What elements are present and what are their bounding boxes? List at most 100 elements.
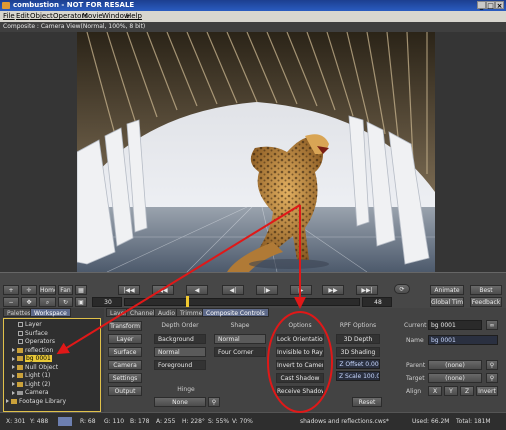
- current-dropdown[interactable]: bg 0001: [428, 320, 482, 330]
- invisible-to-rays-toggle[interactable]: Invisible to Rays: [276, 347, 324, 357]
- shape-normal-option[interactable]: Normal: [214, 334, 266, 344]
- expand-arrow-icon[interactable]: [12, 356, 15, 361]
- step-forward-icon[interactable]: ▶: [290, 285, 312, 295]
- remove-button[interactable]: −: [3, 297, 19, 307]
- expand-arrow-icon[interactable]: [12, 390, 15, 395]
- hinge-title: Hinge: [177, 386, 195, 393]
- animate-button[interactable]: Animate: [430, 285, 464, 295]
- tree-item[interactable]: Surface: [18, 330, 48, 338]
- parent-pick-icon[interactable]: ⚲: [486, 360, 498, 370]
- camera-viewer[interactable]: [0, 32, 506, 272]
- surface-button[interactable]: Surface: [108, 347, 142, 357]
- expand-arrow-icon[interactable]: [12, 382, 15, 386]
- z-offset-field[interactable]: Z Offset 0.00: [336, 359, 380, 369]
- go-to-start-icon[interactable]: |◀◀: [118, 285, 140, 295]
- menu-file[interactable]: File: [3, 12, 15, 20]
- depth-foreground-option[interactable]: Foreground: [154, 360, 206, 370]
- tree-item[interactable]: Null Object: [12, 364, 58, 372]
- expand-arrow-icon[interactable]: [12, 365, 15, 369]
- folder-icon: [17, 381, 23, 387]
- fan-button[interactable]: Fan: [58, 285, 73, 295]
- menu-movie[interactable]: Movie: [82, 12, 103, 20]
- tab-workspace[interactable]: Workspace: [30, 308, 71, 317]
- 3d-depth-toggle[interactable]: 3D Depth: [336, 334, 380, 344]
- cast-shadow-toggle[interactable]: Cast Shadow: [276, 373, 324, 383]
- invert-to-camera-toggle[interactable]: Invert to Camera: [276, 360, 324, 370]
- frame-end-field[interactable]: 48: [362, 297, 392, 307]
- loop-icon[interactable]: ⟳: [394, 284, 410, 294]
- expand-arrow-icon[interactable]: [12, 348, 15, 352]
- app-icon: [2, 2, 10, 9]
- add-button[interactable]: +: [3, 285, 19, 295]
- shape-four-corner-option[interactable]: Four Corner: [214, 347, 266, 357]
- tree-item[interactable]: Light (2): [12, 381, 50, 389]
- 3d-shading-toggle[interactable]: 3D Shading: [336, 347, 380, 357]
- tree-item[interactable]: Operators: [18, 338, 55, 346]
- pixel-color-swatch: [58, 417, 72, 426]
- depth-normal-option[interactable]: Normal: [154, 347, 206, 357]
- go-to-end-icon[interactable]: ▶▶|: [356, 285, 378, 295]
- home-button[interactable]: Home: [39, 285, 56, 295]
- quality-dropdown[interactable]: Best: [470, 285, 502, 295]
- close-button[interactable]: ×: [495, 1, 504, 10]
- timeline-playhead[interactable]: [186, 296, 189, 307]
- layer-icon: [18, 322, 23, 327]
- rewind-icon[interactable]: ◀◀: [152, 285, 174, 295]
- menu-edit[interactable]: Edit: [16, 12, 30, 20]
- depth-background-option[interactable]: Background: [154, 334, 206, 344]
- grab-button[interactable]: ✥: [21, 297, 37, 307]
- transform-button[interactable]: Transform: [108, 321, 142, 331]
- current-label: Current: [404, 322, 427, 329]
- tab-composite-controls[interactable]: Composite Controls: [202, 308, 269, 317]
- reset-button[interactable]: Reset: [352, 397, 382, 407]
- tree-item[interactable]: Light (1): [12, 372, 50, 380]
- align-z-button[interactable]: Z: [460, 386, 474, 396]
- maximize-button[interactable]: □: [486, 1, 495, 10]
- align-invert-button[interactable]: Invert: [476, 386, 498, 396]
- target-dropdown[interactable]: (none): [428, 373, 482, 383]
- output-button[interactable]: Output: [108, 386, 142, 396]
- tree-item[interactable]: Camera: [12, 389, 49, 397]
- expand-arrow-icon[interactable]: [6, 399, 9, 403]
- frame-start-field[interactable]: 30: [92, 297, 122, 307]
- menu-help[interactable]: Help: [126, 12, 142, 20]
- camera-button[interactable]: Camera: [108, 360, 142, 370]
- step-back-icon[interactable]: ◀: [186, 285, 208, 295]
- tree-item[interactable]: Footage Library: [6, 398, 66, 406]
- timeline-slider[interactable]: [124, 298, 360, 306]
- receive-shadow-toggle[interactable]: Receive Shadow: [276, 386, 324, 396]
- rotate-button[interactable]: ↻: [58, 297, 73, 307]
- expand-arrow-icon[interactable]: [12, 373, 15, 378]
- grid-icon[interactable]: ▦: [75, 285, 87, 295]
- status-a: A: 255: [156, 418, 176, 425]
- crosshair-button[interactable]: ✛: [21, 285, 37, 295]
- z-scale-field[interactable]: Z Scale 100.00 %: [336, 371, 380, 381]
- tree-item[interactable]: bg 0001: [12, 355, 52, 363]
- binoculars-icon[interactable]: ∞: [486, 320, 498, 330]
- status-g: G: 110: [104, 418, 125, 425]
- settings-button[interactable]: Settings: [108, 373, 142, 383]
- zoom-button[interactable]: ⌕: [39, 297, 56, 307]
- global-time-button[interactable]: Global Time: [430, 297, 464, 307]
- memory-used: Used: 66.2M: [412, 418, 450, 425]
- pick-whip-icon[interactable]: ⚲: [208, 397, 220, 407]
- play-back-icon[interactable]: ◀|: [222, 285, 244, 295]
- frame-icon[interactable]: ▣: [75, 297, 87, 307]
- name-input[interactable]: bg 0001: [428, 335, 498, 345]
- hinge-dropdown[interactable]: None: [154, 397, 206, 407]
- tree-item[interactable]: Layer: [18, 321, 42, 329]
- play-icon[interactable]: |▶: [256, 285, 278, 295]
- layer-button[interactable]: Layer: [108, 334, 142, 344]
- tree-item-label: reflection: [25, 346, 54, 354]
- fast-forward-icon[interactable]: ▶▶: [322, 285, 344, 295]
- align-x-button[interactable]: X: [428, 386, 442, 396]
- feedback-button[interactable]: Feedback: [470, 297, 502, 307]
- align-y-button[interactable]: Y: [444, 386, 458, 396]
- tree-item[interactable]: reflection: [12, 347, 53, 355]
- viewer-caption: Composite : Camera View(Normal, 100%, 8 …: [3, 23, 146, 30]
- menu-object[interactable]: Object: [30, 12, 53, 20]
- lock-orientation-toggle[interactable]: Lock Orientation: [276, 334, 324, 344]
- minimize-button[interactable]: _: [477, 1, 486, 10]
- target-pick-icon[interactable]: ⚲: [486, 373, 498, 383]
- parent-dropdown[interactable]: (none): [428, 360, 482, 370]
